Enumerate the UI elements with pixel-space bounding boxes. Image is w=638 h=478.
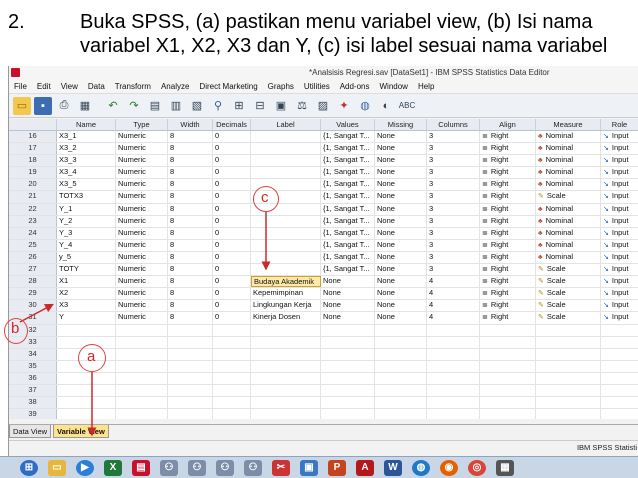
word-icon[interactable]: W xyxy=(384,459,402,476)
spss-icon[interactable]: ▤ xyxy=(132,459,150,476)
annotation-arrows xyxy=(19,212,271,437)
snipping-tool-icon[interactable]: ✂ xyxy=(272,459,290,476)
globe-icon[interactable]: ◍ xyxy=(412,459,430,476)
network-icon[interactable]: ⚇ xyxy=(244,459,262,476)
media-player-icon[interactable]: ▶ xyxy=(76,459,94,476)
annotation-a: a xyxy=(87,348,96,365)
chrome-icon[interactable]: ◎ xyxy=(468,459,486,476)
annotation-b: b xyxy=(11,320,20,337)
excel-icon[interactable]: X xyxy=(104,459,122,476)
app-icon[interactable]: ▦ xyxy=(496,459,514,476)
network-icon[interactable]: ⚇ xyxy=(216,459,234,476)
network-icon[interactable]: ⚇ xyxy=(160,459,178,476)
pdf-icon[interactable]: A xyxy=(356,459,374,476)
network-icon[interactable]: ⚇ xyxy=(188,459,206,476)
start-icon[interactable]: ⊞ xyxy=(20,459,38,476)
powerpoint-icon[interactable]: P xyxy=(328,459,346,476)
firefox-icon[interactable]: ◉ xyxy=(440,459,458,476)
explorer-icon[interactable]: ▭ xyxy=(48,459,66,476)
annotation-c: c xyxy=(261,189,269,206)
arrow-b xyxy=(19,303,54,323)
windows-taskbar: ⊞ ▭ ▶ X ▤ ⚇ ⚇ ⚇ ⚇ ✂ ▣ P A W ◍ ◉ ◎ ▦ xyxy=(0,456,638,478)
remote-desktop-icon[interactable]: ▣ xyxy=(300,459,318,476)
